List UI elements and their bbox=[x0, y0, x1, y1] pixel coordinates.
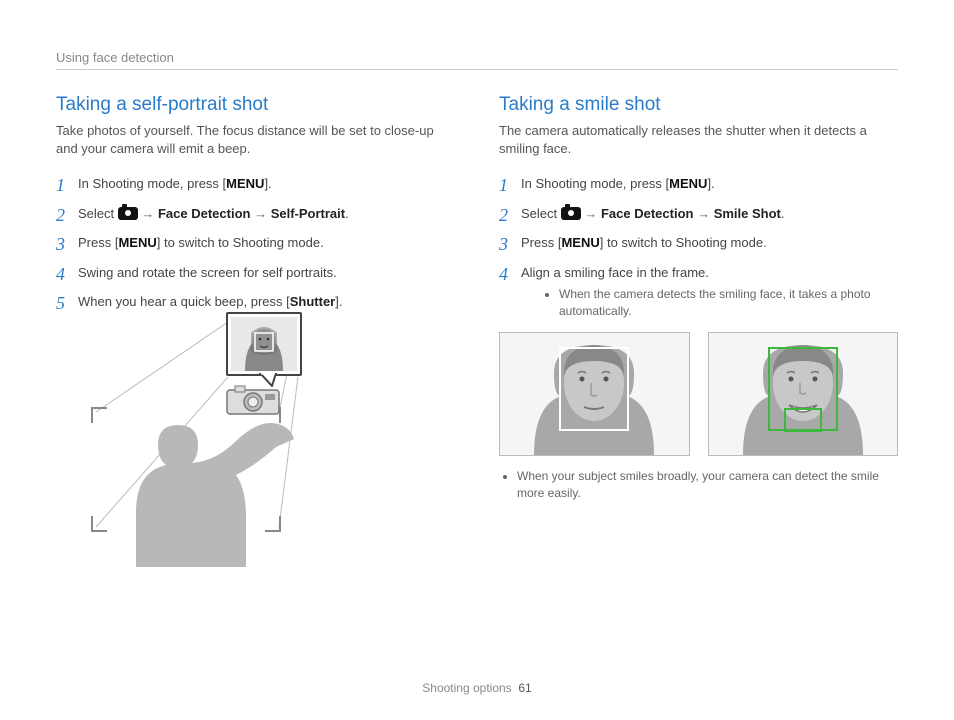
left-step-3: Press [MENU] to switch to Shooting mode. bbox=[56, 233, 455, 253]
person-silhouette bbox=[96, 377, 306, 567]
right-column: Taking a smile shot The camera automatic… bbox=[499, 94, 898, 567]
menu-label: MENU bbox=[226, 176, 264, 191]
right-title: Taking a smile shot bbox=[499, 94, 898, 116]
smile-box-neutral bbox=[499, 332, 690, 456]
breadcrumb-header: Using face detection bbox=[56, 50, 898, 70]
right-step-2: Select → Face Detection → Smile Shot. bbox=[499, 204, 898, 224]
right-step-4: Align a smiling face in the frame. When … bbox=[499, 263, 898, 320]
smile-box-smiling bbox=[708, 332, 899, 456]
left-step-1: In Shooting mode, press [MENU]. bbox=[56, 174, 455, 194]
right-step-1: In Shooting mode, press [MENU]. bbox=[499, 174, 898, 194]
face-detect-frame bbox=[559, 347, 629, 431]
right-bullet-1: When the camera detects the smiling face… bbox=[559, 286, 898, 320]
camera-icon bbox=[118, 207, 138, 220]
left-step-2: Select → Face Detection → Self-Portrait. bbox=[56, 204, 455, 224]
left-title: Taking a self-portrait shot bbox=[56, 94, 455, 116]
camera-icon bbox=[561, 207, 581, 220]
left-step-5: When you hear a quick beep, press [Shutt… bbox=[56, 292, 455, 312]
menu-label: MENU bbox=[561, 235, 599, 250]
face-preview-bubble bbox=[226, 312, 302, 376]
right-lead: The camera automatically releases the sh… bbox=[499, 122, 898, 158]
left-lead: Take photos of yourself. The focus dista… bbox=[56, 122, 455, 158]
left-column: Taking a self-portrait shot Take photos … bbox=[56, 94, 455, 567]
smile-detection-images bbox=[499, 332, 898, 456]
smile-detect-frame bbox=[784, 408, 822, 432]
left-step-4: Swing and rotate the screen for self por… bbox=[56, 263, 455, 283]
menu-label: MENU bbox=[669, 176, 707, 191]
page-footer: Shooting options 61 bbox=[0, 681, 954, 695]
right-bullet-2: When your subject smiles broadly, your c… bbox=[517, 468, 898, 502]
right-step-3: Press [MENU] to switch to Shooting mode. bbox=[499, 233, 898, 253]
self-portrait-illustration bbox=[76, 322, 336, 567]
menu-label: MENU bbox=[118, 235, 156, 250]
